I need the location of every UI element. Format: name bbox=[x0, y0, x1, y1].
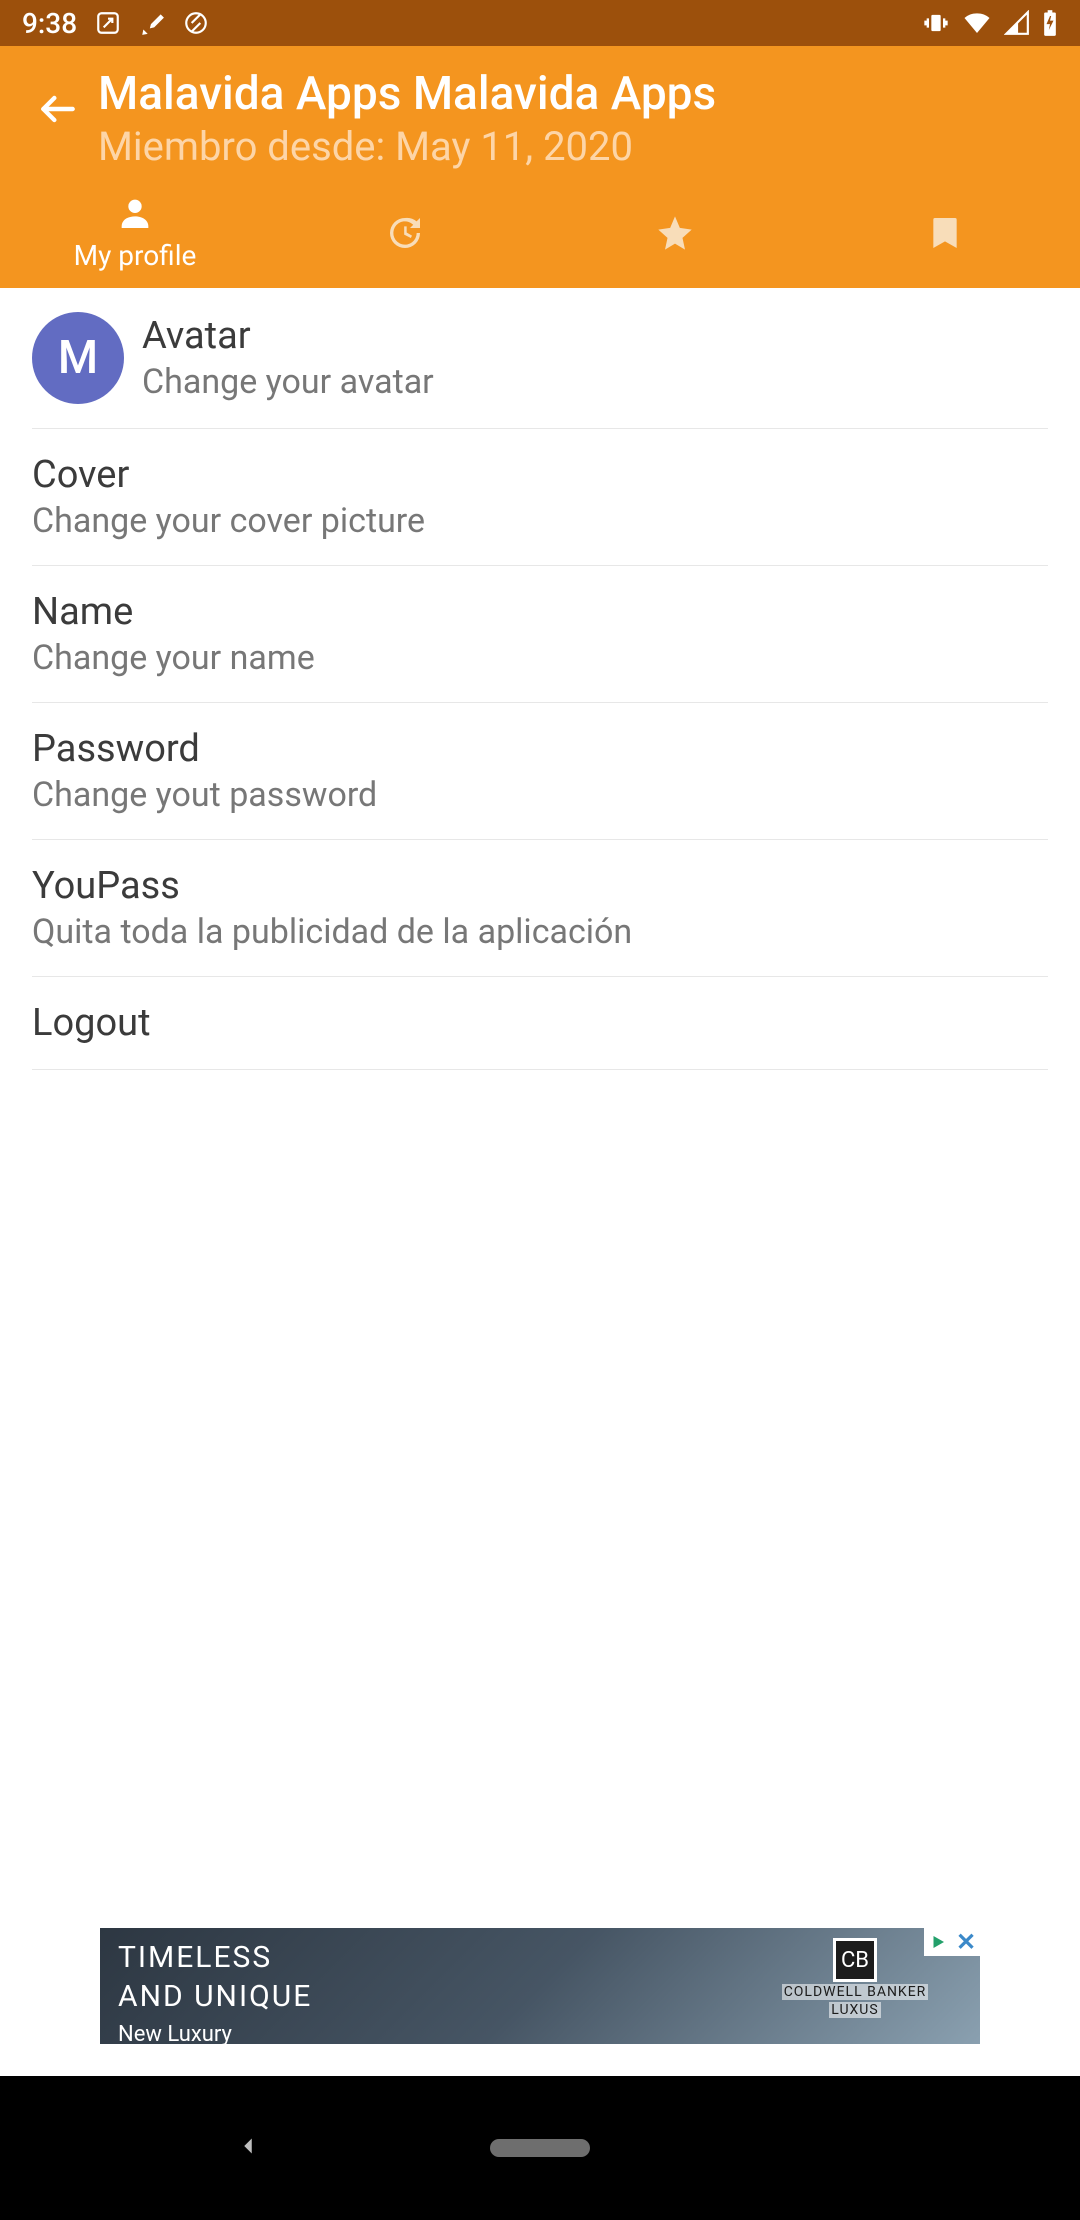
page-title: Malavida Apps Malavida Apps bbox=[98, 68, 1068, 121]
avatar-letter: M bbox=[58, 331, 98, 385]
tab-favorites[interactable] bbox=[540, 178, 810, 288]
row-password[interactable]: Password Change yout password bbox=[32, 703, 1048, 840]
row-name-title: Name bbox=[32, 590, 1048, 634]
wifi-icon bbox=[962, 8, 992, 38]
ad-brand-line2: LUXUS bbox=[829, 2002, 880, 2018]
row-name-sub: Change your name bbox=[32, 638, 1048, 678]
person-icon bbox=[115, 193, 155, 233]
row-name[interactable]: Name Change your name bbox=[32, 566, 1048, 703]
row-avatar-sub: Change your avatar bbox=[142, 362, 1048, 402]
star-icon bbox=[655, 213, 695, 253]
bookmark-icon bbox=[925, 213, 965, 253]
tab-history[interactable] bbox=[270, 178, 540, 288]
nav-home-button[interactable] bbox=[490, 2139, 590, 2157]
page-subtitle: Miembro desde: May 11, 2020 bbox=[98, 123, 1068, 170]
tab-my-profile-label: My profile bbox=[74, 239, 197, 272]
signal-icon bbox=[1004, 10, 1030, 36]
row-password-title: Password bbox=[32, 727, 1048, 771]
ad-brand-line1: COLDWELL BANKER bbox=[782, 1984, 929, 2000]
adchoices-icon[interactable] bbox=[924, 1928, 952, 1956]
ad-line1: TIMELESS bbox=[118, 1940, 312, 1975]
at-icon bbox=[183, 10, 209, 36]
ad-logo-mark: CB bbox=[833, 1938, 877, 1982]
app-header: Malavida Apps Malavida Apps Miembro desd… bbox=[0, 46, 1080, 288]
vibrate-icon bbox=[922, 9, 950, 37]
close-ad-icon[interactable]: ✕ bbox=[952, 1928, 980, 1956]
nav-back-button[interactable] bbox=[233, 2131, 263, 2165]
row-avatar-title: Avatar bbox=[142, 314, 1048, 358]
brush-icon bbox=[139, 10, 165, 36]
history-icon bbox=[385, 213, 425, 253]
ad-text: TIMELESS AND UNIQUE New Luxury bbox=[118, 1940, 312, 2044]
status-bar: 9:38 bbox=[0, 0, 1080, 46]
avatar: M bbox=[32, 312, 124, 404]
system-nav-bar bbox=[0, 2076, 1080, 2220]
row-cover[interactable]: Cover Change your cover picture bbox=[32, 429, 1048, 566]
row-youpass-title: YouPass bbox=[32, 864, 1048, 908]
tab-my-profile[interactable]: My profile bbox=[0, 178, 270, 288]
nav-spacer bbox=[817, 2133, 847, 2163]
row-cover-title: Cover bbox=[32, 453, 1048, 497]
profile-settings-list: M Avatar Change your avatar Cover Change… bbox=[0, 288, 1080, 1070]
ad-banner[interactable]: TIMELESS AND UNIQUE New Luxury CB COLDWE… bbox=[100, 1928, 980, 2044]
status-right bbox=[922, 8, 1058, 38]
status-time: 9:38 bbox=[22, 7, 77, 40]
row-youpass[interactable]: YouPass Quita toda la publicidad de la a… bbox=[32, 840, 1048, 977]
row-youpass-sub: Quita toda la publicidad de la aplicació… bbox=[32, 912, 1048, 952]
row-logout-title: Logout bbox=[32, 1001, 1048, 1045]
ad-small: New Luxury bbox=[118, 2022, 312, 2044]
row-avatar[interactable]: M Avatar Change your avatar bbox=[32, 288, 1048, 429]
tabbar: My profile bbox=[0, 178, 1080, 288]
ad-line2: AND UNIQUE bbox=[118, 1979, 312, 2014]
row-cover-sub: Change your cover picture bbox=[32, 501, 1048, 541]
ad-controls: ✕ bbox=[924, 1928, 980, 1956]
row-logout[interactable]: Logout bbox=[32, 977, 1048, 1070]
screenshot-icon bbox=[95, 10, 121, 36]
tab-bookmarks[interactable] bbox=[810, 178, 1080, 288]
status-left: 9:38 bbox=[22, 7, 209, 40]
back-button[interactable] bbox=[18, 64, 98, 154]
row-password-sub: Change yout password bbox=[32, 775, 1048, 815]
battery-icon bbox=[1042, 9, 1058, 37]
